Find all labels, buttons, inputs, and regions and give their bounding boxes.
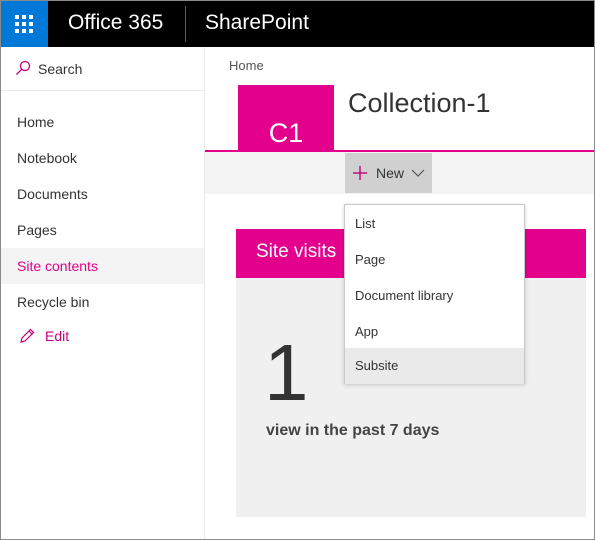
menu-item-app[interactable]: App (345, 314, 524, 350)
nav-item-documents[interactable]: Documents (1, 176, 204, 212)
new-button[interactable]: New (345, 153, 432, 193)
sharepoint-window: Office 365 SharePoint Search Home Notebo… (0, 0, 595, 540)
new-button-label: New (376, 165, 405, 181)
waffle-icon (15, 15, 33, 33)
nav-item-site-contents[interactable]: Site contents (1, 248, 204, 284)
suite-bar-divider (185, 6, 186, 42)
edit-label: Edit (45, 328, 70, 344)
site-title[interactable]: Collection-1 (348, 88, 491, 119)
site-visits-caption: view in the past 7 days (266, 422, 440, 439)
nav-item-recycle-bin[interactable]: Recycle bin (1, 284, 204, 320)
new-dropdown-menu: List Page Document library App Subsite (344, 204, 525, 384)
site-visits-title: Site visits (256, 241, 337, 262)
site-visits-count: 1 (264, 328, 309, 417)
nav-divider (1, 90, 204, 91)
menu-item-subsite[interactable]: Subsite (345, 348, 524, 384)
sharepoint-link[interactable]: SharePoint (205, 1, 309, 47)
suite-bar: Office 365 SharePoint (1, 1, 594, 47)
plus-icon (353, 166, 367, 180)
left-navigation: Search Home Notebook Documents Pages Sit… (1, 47, 205, 539)
app-launcher-button[interactable] (1, 1, 48, 47)
search-label: Search (38, 61, 83, 77)
nav-item-notebook[interactable]: Notebook (1, 140, 204, 176)
menu-item-document-library[interactable]: Document library (345, 278, 524, 314)
pencil-icon (20, 328, 35, 343)
chevron-down-icon (411, 169, 425, 177)
edit-links-button[interactable]: Edit (19, 326, 139, 346)
site-logo-text: C1 (268, 117, 304, 148)
search-icon (16, 60, 31, 75)
menu-item-page[interactable]: Page (345, 242, 524, 278)
search-box[interactable]: Search (13, 59, 193, 79)
nav-item-pages[interactable]: Pages (1, 212, 204, 248)
breadcrumb-home[interactable]: Home (229, 58, 264, 73)
office-365-link[interactable]: Office 365 (68, 1, 163, 47)
menu-item-list[interactable]: List (345, 206, 524, 242)
nav-item-home[interactable]: Home (1, 104, 204, 140)
